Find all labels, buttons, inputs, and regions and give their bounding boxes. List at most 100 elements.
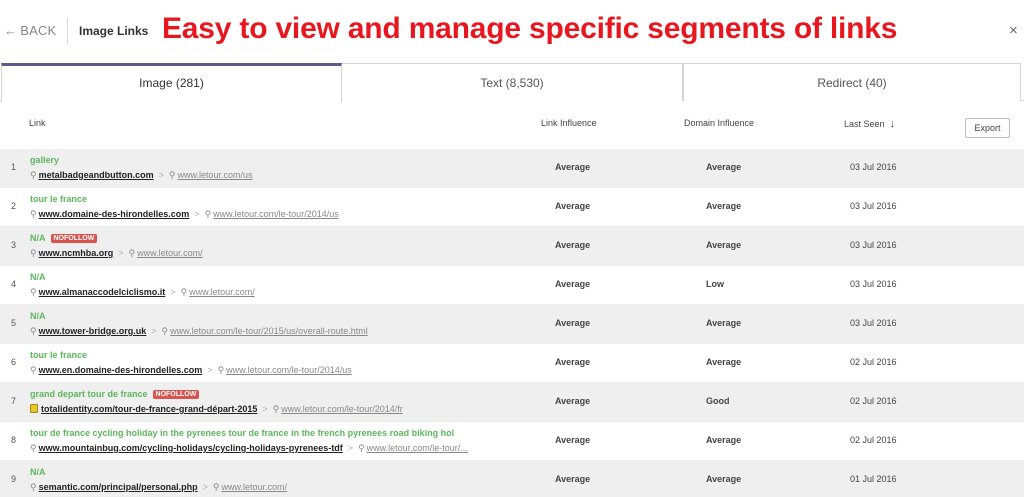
domain-influence-value: Average bbox=[706, 435, 742, 445]
search-icon[interactable]: ⚲ bbox=[30, 443, 37, 453]
source-url[interactable]: semantic.com/principal/personal.php bbox=[39, 482, 198, 492]
target-url[interactable]: www.letour.com/le-tour/2014/us bbox=[226, 365, 352, 375]
source-url[interactable]: www.ncmhba.org bbox=[39, 248, 114, 258]
link-urls: ⚲ www.en.domaine-des-hirondelles.com > ⚲ www… bbox=[30, 365, 352, 376]
table-row: 3 N/A NOFOLLOW ⚲ www.ncmhba.org > ⚲ www.letour.… bbox=[0, 227, 1024, 266]
table-row: 9 N/A ⚲ semantic.com/principal/personal.php… bbox=[0, 461, 1024, 497]
tab-text[interactable]: Text (8,530) bbox=[342, 63, 683, 101]
last-seen-value: 03 Jul 2016 bbox=[850, 162, 897, 172]
search-icon[interactable]: ⚲ bbox=[205, 209, 212, 219]
lock-icon bbox=[30, 404, 38, 413]
last-seen-value: 02 Jul 2016 bbox=[850, 435, 897, 445]
search-icon[interactable]: ⚲ bbox=[30, 482, 37, 492]
back-button[interactable]: ← BACK bbox=[4, 23, 56, 38]
search-icon[interactable]: ⚲ bbox=[30, 170, 37, 180]
column-header-link-influence[interactable]: Link Influence bbox=[541, 118, 597, 138]
domain-influence-value: Low bbox=[706, 279, 724, 289]
source-url[interactable]: www.almanaccodelciclismo.it bbox=[39, 287, 166, 297]
anchor-text: N/A bbox=[30, 311, 46, 321]
arrow-left-icon: ← bbox=[4, 23, 18, 38]
nofollow-badge: NOFOLLOW bbox=[152, 390, 200, 399]
links-table-body: 1 gallery ⚲ metalbadgeandbutton.com > ⚲ www.le… bbox=[0, 149, 1024, 497]
link-urls: ⚲ metalbadgeandbutton.com > ⚲ www.letour.com… bbox=[30, 170, 253, 181]
search-icon[interactable]: ⚲ bbox=[358, 443, 365, 453]
domain-influence-value: Average bbox=[706, 318, 742, 328]
source-url[interactable]: metalbadgeandbutton.com bbox=[39, 170, 154, 180]
anchor-text: N/A bbox=[30, 467, 46, 477]
search-icon[interactable]: ⚲ bbox=[169, 170, 176, 180]
back-label: BACK bbox=[20, 23, 57, 38]
header-divider bbox=[67, 18, 68, 44]
tab-image[interactable]: Image (281) bbox=[1, 63, 342, 102]
search-icon[interactable]: ⚲ bbox=[218, 365, 225, 375]
anchor-text: grand depart tour de france NOFOLLOW bbox=[30, 389, 200, 399]
search-icon[interactable]: ⚲ bbox=[30, 326, 37, 336]
link-urls: ⚲ www.domaine-des-hirondelles.com > ⚲ www.le… bbox=[30, 209, 339, 220]
last-seen-label: Last Seen bbox=[844, 119, 885, 129]
last-seen-value: 03 Jul 2016 bbox=[850, 201, 897, 211]
search-icon[interactable]: ⚲ bbox=[273, 404, 280, 414]
search-icon[interactable]: ⚲ bbox=[30, 209, 37, 219]
anchor-text: N/A NOFOLLOW bbox=[30, 233, 98, 243]
anchor-text: tour le france bbox=[30, 350, 87, 360]
tab-redirect[interactable]: Redirect (40) bbox=[683, 63, 1021, 101]
source-url[interactable]: www.mountainbug.com/cycling-holidays/cyc… bbox=[39, 443, 343, 453]
anchor-label: tour le france bbox=[30, 350, 88, 360]
target-url[interactable]: www.letour.com/le-tour/2014/fr bbox=[281, 404, 403, 414]
target-url[interactable]: www.letour.com/ bbox=[189, 287, 255, 297]
link-influence-value: Average bbox=[555, 435, 591, 445]
link-urls: totalidentity.com/tour-de-france-grand-d… bbox=[30, 404, 403, 415]
target-url[interactable]: www.letour.com/us bbox=[177, 170, 252, 180]
last-seen-value: 02 Jul 2016 bbox=[850, 396, 897, 406]
link-urls: ⚲ www.almanaccodelciclismo.it > ⚲ www.letour… bbox=[30, 287, 255, 298]
search-icon[interactable]: ⚲ bbox=[30, 287, 37, 297]
target-url[interactable]: www.letour.com/le-tour/2015/us/overall-r… bbox=[170, 326, 368, 336]
target-url[interactable]: www.letour.com/ bbox=[222, 482, 288, 492]
search-icon[interactable]: ⚲ bbox=[30, 365, 37, 375]
column-header-last-seen[interactable]: Last Seen ↓ bbox=[844, 118, 895, 138]
tab-bar: Image (281) Text (8,530) Redirect (40) bbox=[0, 63, 1024, 102]
row-number: 7 bbox=[11, 396, 17, 406]
source-url[interactable]: www.domaine-des-hirondelles.com bbox=[39, 209, 190, 219]
link-influence-value: Average bbox=[555, 162, 591, 172]
anchor-text: gallery bbox=[30, 155, 59, 165]
table-row: 7 grand depart tour de france NOFOLLOW tota… bbox=[0, 383, 1024, 422]
link-urls: ⚲ semantic.com/principal/personal.php > ⚲ ww… bbox=[30, 482, 287, 493]
link-influence-value: Average bbox=[555, 357, 591, 367]
last-seen-value: 03 Jul 2016 bbox=[850, 279, 897, 289]
header: ← BACK Image Links Easy to view and manag… bbox=[0, 0, 1024, 63]
export-button[interactable]: Export bbox=[965, 118, 1010, 138]
link-influence-value: Average bbox=[555, 318, 591, 328]
domain-influence-value: Average bbox=[706, 162, 742, 172]
search-icon[interactable]: ⚲ bbox=[213, 482, 220, 492]
chevron-right-icon: > bbox=[202, 482, 208, 492]
chevron-right-icon: > bbox=[347, 443, 354, 453]
target-url[interactable]: www.letour.com/le-tour/... bbox=[367, 443, 468, 453]
source-url[interactable]: www.en.domaine-des-hirondelles.com bbox=[39, 365, 203, 375]
last-seen-value: 03 Jul 2016 bbox=[850, 318, 897, 328]
close-icon[interactable]: × bbox=[1009, 22, 1018, 39]
search-icon[interactable]: ⚲ bbox=[162, 326, 169, 336]
anchor-text: tour le france bbox=[30, 194, 87, 204]
anchor-text: N/A bbox=[30, 272, 46, 282]
source-url[interactable]: www.tower-bridge.org.uk bbox=[39, 326, 147, 336]
link-urls: ⚲ www.ncmhba.org > ⚲ www.letour.com/ bbox=[30, 248, 203, 259]
domain-influence-value: Average bbox=[706, 474, 742, 484]
sort-down-icon: ↓ bbox=[889, 118, 896, 130]
column-header-link: Link bbox=[29, 118, 46, 128]
anchor-label: gallery bbox=[30, 155, 60, 165]
search-icon[interactable]: ⚲ bbox=[129, 248, 136, 258]
source-url[interactable]: totalidentity.com/tour-de-france-grand-d… bbox=[41, 404, 257, 414]
row-number: 2 bbox=[11, 201, 17, 211]
table-row: 6 tour le france ⚲ www.en.domaine-des-hiron… bbox=[0, 344, 1024, 383]
target-url[interactable]: www.letour.com/ bbox=[137, 248, 203, 258]
target-url[interactable]: www.letour.com/le-tour/2014/us bbox=[213, 209, 339, 219]
row-number: 8 bbox=[11, 435, 17, 445]
search-icon[interactable]: ⚲ bbox=[30, 248, 37, 258]
link-urls: ⚲ www.mountainbug.com/cycling-holidays/cy… bbox=[30, 443, 468, 454]
table-row: 8 tour de france cycling holiday in the p… bbox=[0, 422, 1024, 461]
table-row: 1 gallery ⚲ metalbadgeandbutton.com > ⚲ www.le… bbox=[0, 149, 1024, 188]
column-header-domain-influence[interactable]: Domain Influence bbox=[684, 118, 754, 138]
search-icon[interactable]: ⚲ bbox=[181, 287, 188, 297]
page-title: Image Links bbox=[79, 24, 149, 38]
